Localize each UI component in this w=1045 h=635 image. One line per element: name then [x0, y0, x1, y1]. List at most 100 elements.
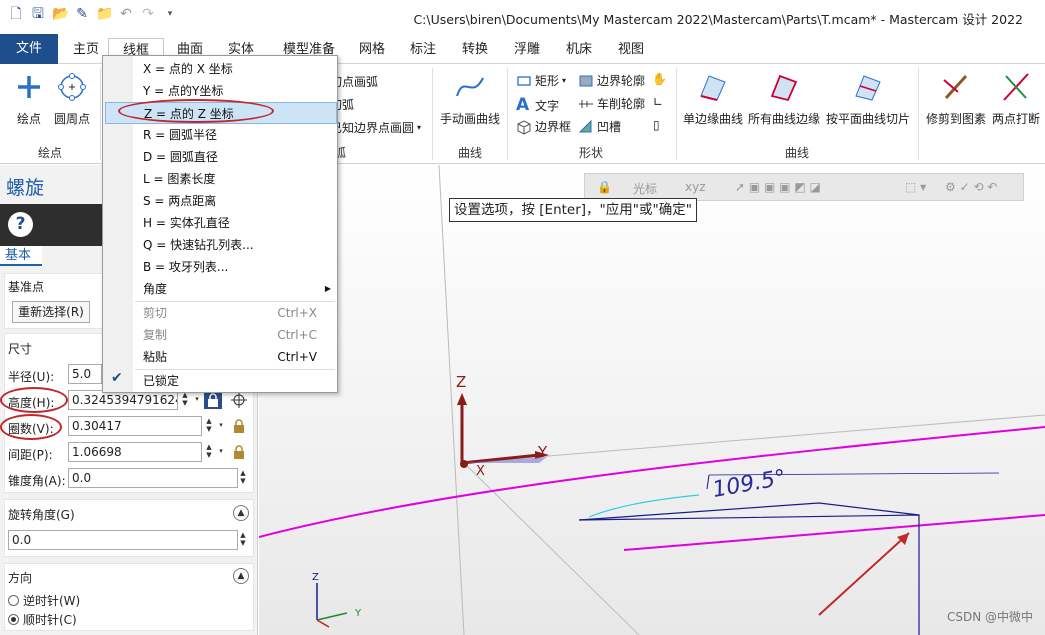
- corner-icon[interactable]: ∟: [653, 95, 663, 109]
- menu-item-cut[interactable]: 剪切 Ctrl+X: [105, 302, 337, 324]
- watermark: CSDN @中微中: [946, 610, 1033, 624]
- two-point-break-button[interactable]: 两点打断: [990, 70, 1042, 127]
- menu-item-hole-diameter[interactable]: H = 实体孔直径: [105, 212, 337, 234]
- circle-center-label: 圆周点: [53, 112, 90, 126]
- graphics-viewport[interactable]: 109.5° Z Y X Z Y 光标 🔒 xyz ➚ ▣ ▣ ▣ ◩ ◪ ⬚ …: [259, 165, 1045, 635]
- open-folder-icon[interactable]: 📂: [52, 6, 69, 22]
- turn-profile-button[interactable]: 车削轮廓: [578, 95, 645, 112]
- pitch-dropdown[interactable]: ▾: [216, 447, 226, 455]
- unlock-icon[interactable]: [230, 417, 248, 435]
- taper-spinner[interactable]: ▲ ▼: [238, 469, 248, 485]
- customize-icon[interactable]: ▾: [162, 6, 178, 22]
- circle-center-point-button[interactable]: 圆周点: [50, 70, 94, 127]
- help-icon[interactable]: ?: [8, 212, 33, 237]
- undo-icon[interactable]: ↶: [118, 6, 134, 22]
- bounding-box-button[interactable]: 边界框: [516, 118, 571, 135]
- cursor-label[interactable]: 光标: [633, 180, 657, 197]
- crosshair-icon[interactable]: [230, 391, 248, 409]
- all-curve-edges-button[interactable]: 所有曲线边缘: [746, 70, 822, 127]
- menu-item-two-point-distance[interactable]: S = 两点距离: [105, 190, 337, 212]
- break-icon: [1003, 73, 1029, 101]
- hand-icon[interactable]: ✋: [652, 72, 667, 86]
- rotation-spinner[interactable]: ▲ ▼: [238, 531, 248, 547]
- annotation-oval-height: [0, 387, 68, 413]
- menu-item-drill-list[interactable]: Q = 快速钻孔列表...: [105, 234, 337, 256]
- dim-tick: [706, 474, 710, 490]
- menu-item-x-coord[interactable]: X = 点的 X 坐标: [105, 58, 337, 80]
- tab-machine[interactable]: 机床: [556, 38, 602, 64]
- radio-on-icon: [8, 614, 19, 625]
- menu-item-angle[interactable]: 角度 ▶: [105, 278, 337, 300]
- circle-points-icon: [58, 73, 86, 101]
- text-icon: A: [516, 95, 530, 115]
- triad-y: [316, 612, 348, 621]
- xyz-icon[interactable]: xyz: [685, 180, 706, 194]
- pitch-spinner[interactable]: ▲ ▼: [204, 443, 214, 459]
- tab-view[interactable]: 视图: [608, 38, 654, 64]
- save-icon[interactable]: 🖫: [30, 6, 46, 22]
- height-field[interactable]: 0.32453947916249: [68, 390, 178, 410]
- grid-line: [463, 414, 1045, 464]
- edit-icon[interactable]: ✎: [74, 6, 90, 22]
- tab-transform[interactable]: 转换: [452, 38, 498, 64]
- axis-x-label: X: [476, 464, 485, 479]
- menu-item-arc-radius[interactable]: R = 圆弧半径: [105, 124, 337, 146]
- text-button[interactable]: A 文字: [516, 95, 559, 115]
- surface-edge-icon: [700, 75, 726, 101]
- rectangle-button[interactable]: 矩形 ▾: [516, 72, 566, 89]
- lock-icon[interactable]: 🔒: [597, 180, 612, 194]
- turns-field[interactable]: 0.30417: [68, 416, 202, 436]
- redo-icon[interactable]: ↷: [140, 6, 156, 22]
- height-dropdown[interactable]: ▾: [192, 395, 202, 403]
- groove-button[interactable]: 凹槽: [578, 118, 621, 135]
- ccw-radio[interactable]: 逆时针(W): [8, 592, 80, 609]
- menu-item-tap-list[interactable]: B = 攻牙列表...: [105, 256, 337, 278]
- new-file-icon[interactable]: 🗋: [8, 6, 24, 22]
- menu-item-paste[interactable]: 粘贴 Ctrl+V: [105, 346, 337, 368]
- menu-item-arc-diameter[interactable]: D = 圆弧直径: [105, 146, 337, 168]
- menu-item-entity-length[interactable]: L = 图素长度: [105, 168, 337, 190]
- cw-radio[interactable]: 顺时针(C): [8, 611, 77, 628]
- size-label: 尺寸: [8, 342, 33, 356]
- menu-item-locked[interactable]: 已锁定: [105, 370, 337, 392]
- turns-spinner[interactable]: ▲ ▼: [204, 417, 214, 433]
- tab-file[interactable]: 文件: [0, 34, 58, 64]
- axis-y-label: Y: [537, 443, 548, 461]
- pitch-field[interactable]: 1.06698: [68, 442, 202, 462]
- tab-basic[interactable]: 基本: [0, 246, 42, 266]
- select-icon[interactable]: ➚ ▣ ▣ ▣ ◩ ◪: [735, 180, 821, 194]
- single-edge-curve-button[interactable]: 单边缘曲线: [682, 70, 744, 127]
- lock-icon[interactable]: [204, 391, 222, 409]
- view-tools-icon[interactable]: ⚙ ✓ ⟲ ↶: [945, 180, 997, 194]
- blue-geometry: [578, 514, 920, 635]
- folder-icon[interactable]: 📁: [96, 6, 113, 22]
- taper-field[interactable]: 0.0: [68, 468, 238, 488]
- menu-item-copy[interactable]: 复制 Ctrl+C: [105, 324, 337, 346]
- circle-by-edge-button[interactable]: 已知边界点画圆 ▾: [330, 119, 421, 136]
- planar-slice-button[interactable]: 按平面曲线切片: [824, 70, 912, 127]
- rotation-field[interactable]: 0.0: [8, 530, 238, 550]
- tab-annotate[interactable]: 标注: [400, 38, 446, 64]
- tab-relief[interactable]: 浮雕: [504, 38, 550, 64]
- slot-icon[interactable]: ▯: [653, 118, 660, 132]
- manual-curve-label: 手动画曲线: [439, 112, 500, 126]
- turns-dropdown[interactable]: ▾: [216, 421, 226, 429]
- annotation-oval-menu: [118, 99, 274, 123]
- axis-z-label: Z: [456, 373, 466, 391]
- boundary-contour-button[interactable]: 边界轮廓: [578, 72, 645, 89]
- unlock-icon[interactable]: [230, 443, 248, 461]
- collapse-icon[interactable]: ▲: [233, 505, 249, 521]
- collapse-icon[interactable]: ▲: [233, 568, 249, 584]
- reselect-button[interactable]: 重新选择(R): [12, 301, 90, 323]
- manual-curve-button[interactable]: 手动画曲线: [438, 70, 502, 127]
- rectangle-icon: [517, 75, 531, 86]
- ribbon-separator: [100, 68, 101, 160]
- box-icon: [517, 119, 531, 135]
- trim-to-entity-button[interactable]: 修剪到图素: [924, 70, 988, 127]
- scene-svg: 109.5° Z Y X Z Y: [259, 165, 1045, 635]
- height-spinner[interactable]: ▲ ▼: [180, 391, 190, 407]
- radius-field[interactable]: 5.0: [68, 364, 102, 384]
- tab-mesh[interactable]: 网格: [350, 38, 394, 64]
- point-button[interactable]: 绘点: [12, 70, 46, 127]
- selection-box-icon[interactable]: ⬚ ▾: [905, 180, 926, 194]
